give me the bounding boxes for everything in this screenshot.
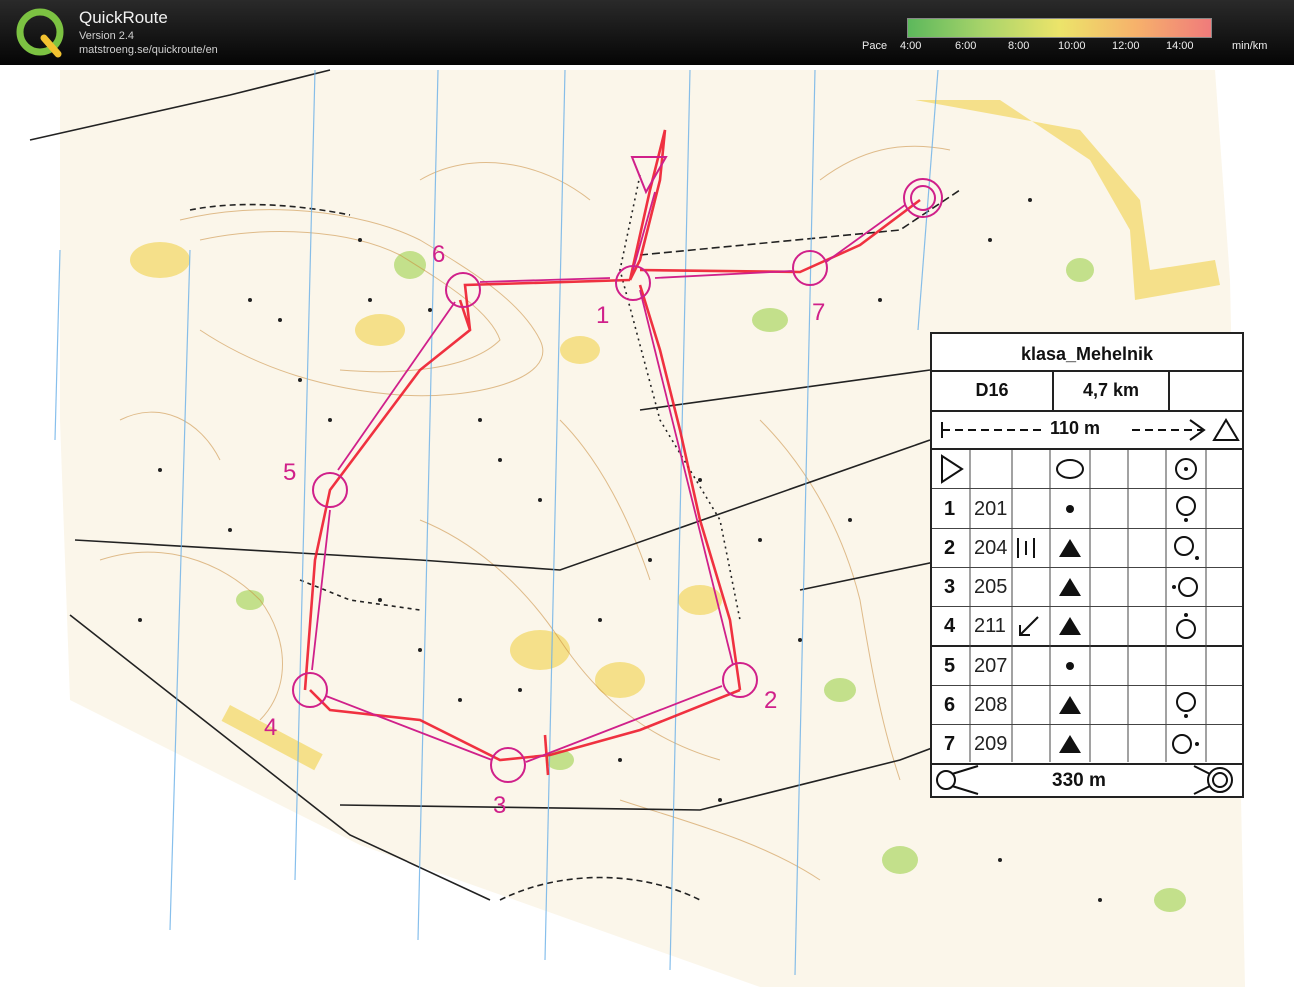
control-row: 5 207 — [932, 647, 1242, 686]
course-climb — [1170, 370, 1242, 412]
funnel-start-icon — [936, 765, 979, 795]
control-label-4: 4 — [264, 714, 277, 741]
pace-tick: 6:00 — [955, 40, 977, 52]
control-label-6: 6 — [432, 241, 445, 268]
oval-feature-icon — [1056, 459, 1084, 479]
control-row: 7 209 — [932, 725, 1242, 765]
finish-icon — [1193, 765, 1233, 795]
pace-unit: min/km — [1232, 40, 1268, 52]
pace-tick: 14:00 — [1166, 40, 1194, 52]
location-east-icon — [1172, 734, 1192, 754]
control-row: 3 205 — [932, 568, 1242, 607]
start-row — [932, 450, 1242, 489]
pace-label: Pace — [862, 40, 888, 52]
control-label-3: 3 — [493, 792, 506, 819]
location-west-icon — [1178, 577, 1198, 597]
control-label-5: 5 — [283, 459, 296, 486]
control-label-7: 7 — [812, 299, 825, 326]
southwest-arrow-icon — [1019, 616, 1039, 636]
pace-tick: 4:00 — [900, 40, 922, 52]
app-name: QuickRoute — [79, 8, 168, 27]
start-distance-row: 110 m — [932, 412, 1242, 450]
location-below-icon — [1176, 692, 1196, 712]
location-below-icon — [1176, 496, 1196, 516]
control-row: 4 211 — [932, 607, 1242, 647]
course-category: D16 — [932, 370, 1054, 412]
control-row: 1 201 — [932, 490, 1242, 529]
app-version: Version 2.4 — [79, 30, 135, 42]
finish-distance: 330 m — [1052, 770, 1106, 791]
location-southeast-icon — [1174, 536, 1194, 556]
pace-color-scale — [907, 18, 1212, 38]
finish-distance-row: 330 m — [932, 762, 1242, 798]
quickroute-logo-icon — [16, 8, 64, 58]
dot-feature-icon — [1066, 662, 1074, 670]
pace-tick: 8:00 — [1008, 40, 1030, 52]
control-row: 6 208 — [932, 686, 1242, 725]
control-label-2: 2 — [764, 687, 777, 714]
control-description-sheet: klasa_Mehelnik D16 4,7 km 110 m 1 201 2 … — [930, 332, 1244, 798]
start-triangle-icon — [941, 454, 964, 484]
app-url[interactable]: matstroeng.se/quickroute/en — [79, 44, 218, 56]
course-length: 4,7 km — [1054, 370, 1170, 412]
triangle-feature-icon — [1059, 696, 1081, 714]
triangle-feature-icon — [1059, 539, 1081, 557]
between-icon — [1017, 538, 1035, 558]
pace-tick: 10:00 — [1058, 40, 1086, 52]
dot-feature-icon — [1066, 505, 1074, 513]
pace-tick: 12:00 — [1112, 40, 1140, 52]
start-distance: 110 m — [1050, 418, 1101, 438]
app-header: QuickRoute Version 2.4 matstroeng.se/qui… — [0, 0, 1294, 65]
course-name: klasa_Mehelnik — [932, 334, 1242, 372]
control-label-1: 1 — [596, 302, 609, 329]
triangle-feature-icon — [1059, 617, 1081, 635]
location-above-icon — [1176, 619, 1196, 639]
triangle-feature-icon — [1059, 578, 1081, 596]
control-row: 2 204 — [932, 529, 1242, 568]
triangle-feature-icon — [1059, 735, 1081, 753]
